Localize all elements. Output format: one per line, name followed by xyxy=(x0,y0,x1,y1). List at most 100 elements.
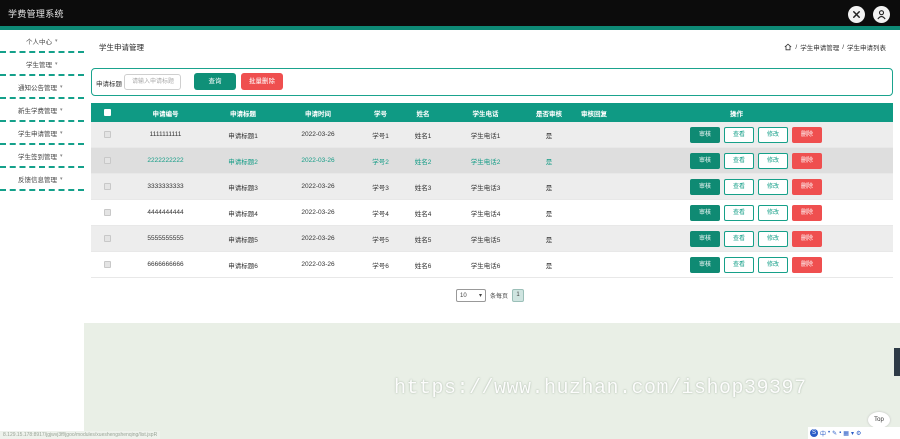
audit-button[interactable]: 审核 xyxy=(690,152,720,169)
column-header[interactable]: 申请时间 xyxy=(278,108,358,118)
row-checkbox[interactable] xyxy=(103,130,111,138)
sidebar-item-applications[interactable]: 学生申请管理 ▾ xyxy=(0,122,84,145)
row-checkbox[interactable] xyxy=(103,234,111,242)
cell-name: 姓名1 xyxy=(414,132,432,140)
sidebar-item-tuition[interactable]: 新生学费管理 ▾ xyxy=(0,99,84,122)
audit-button[interactable]: 审核 xyxy=(690,126,720,143)
chevron-down-icon: ▾ xyxy=(60,106,63,113)
edit-button[interactable]: 修改 xyxy=(758,178,788,195)
audit-button[interactable]: 审核 xyxy=(690,230,720,247)
cell-student-no: 学号1 xyxy=(372,132,389,140)
close-button[interactable] xyxy=(848,6,865,23)
delete-button[interactable]: 删除 xyxy=(792,256,822,273)
chevron-down-icon: ▾ xyxy=(60,152,63,159)
cell-date: 2022-03-26 xyxy=(301,131,335,138)
cell-phone: 学生电话6 xyxy=(470,262,501,270)
audit-button[interactable]: 审核 xyxy=(690,178,720,195)
applications-table: 申请编号 申请标题 申请时间 学号 姓名 学生电话 是否审核 审核回复 操作 1… xyxy=(91,103,893,278)
search-input[interactable]: 请输入申请标题 xyxy=(124,74,181,90)
edit-button[interactable]: 修改 xyxy=(758,230,788,247)
cell-title: 申请标题1 xyxy=(228,132,258,140)
select-all-checkbox[interactable] xyxy=(103,108,111,116)
cell-id: 3333333333 xyxy=(147,183,184,190)
table-row: 5555555555 申请标题5 2022-03-26 学号5 姓名5 学生电话… xyxy=(91,226,893,252)
back-to-top-button[interactable]: Top xyxy=(868,412,890,428)
sidebar-item-feedback[interactable]: 反馈信息管理 ▾ xyxy=(0,168,84,191)
ime-keyboard-icon: ▦ xyxy=(843,430,849,437)
cell-date: 2022-03-26 xyxy=(301,157,335,164)
edit-button[interactable]: 修改 xyxy=(758,126,788,143)
column-header[interactable]: 学号 xyxy=(358,108,403,118)
cell-id: 2222222222 xyxy=(147,157,184,164)
column-header[interactable]: 申请标题 xyxy=(208,108,278,118)
view-button[interactable]: 查看 xyxy=(724,126,754,143)
column-header[interactable]: 审核回复 xyxy=(570,108,618,118)
view-button[interactable]: 查看 xyxy=(724,178,754,195)
column-header[interactable]: 姓名 xyxy=(403,108,443,118)
view-button[interactable]: 查看 xyxy=(724,152,754,169)
delete-button[interactable]: 删除 xyxy=(792,204,822,221)
cell-id: 5555555555 xyxy=(147,235,184,242)
ime-skin-icon: ▾ xyxy=(850,430,854,437)
cell-title: 申请标题4 xyxy=(228,210,258,218)
edit-button[interactable]: 修改 xyxy=(758,152,788,169)
ime-toolbar[interactable]: S 中 • ✎ ▪ ▦ ▾ ⚙ xyxy=(808,427,900,439)
row-checkbox[interactable] xyxy=(103,182,111,190)
chevron-down-icon: ▾ xyxy=(60,175,63,182)
side-panel-tab[interactable] xyxy=(894,348,900,376)
cell-audited: 是 xyxy=(545,158,553,166)
pagination: 10 ▾ 条每页 1 xyxy=(456,289,525,302)
batch-delete-button[interactable]: 批量删除 xyxy=(241,73,283,90)
delete-button[interactable]: 删除 xyxy=(792,152,822,169)
row-checkbox[interactable] xyxy=(103,208,111,216)
row-actions: 审核 查看 修改 删除 xyxy=(618,230,893,247)
ime-settings-icon: ⚙ xyxy=(855,430,862,437)
cell-audited: 是 xyxy=(545,132,553,140)
user-button[interactable] xyxy=(873,6,890,23)
column-header[interactable]: 申请编号 xyxy=(123,108,208,118)
cell-phone: 学生电话3 xyxy=(470,184,501,192)
chevron-down-icon: ▾ xyxy=(60,129,63,136)
sidebar-item-profile[interactable]: 个人中心 ▾ xyxy=(0,30,84,53)
sidebar-item-students[interactable]: 学生管理 ▾ xyxy=(0,53,84,76)
view-button[interactable]: 查看 xyxy=(724,256,754,273)
row-actions: 审核 查看 修改 删除 xyxy=(618,256,893,273)
column-header[interactable]: 学生电话 xyxy=(443,108,528,118)
query-button[interactable]: 查询 xyxy=(194,73,236,90)
table-row: 4444444444 申请标题4 2022-03-26 学号4 姓名4 学生电话… xyxy=(91,200,893,226)
audit-button[interactable]: 审核 xyxy=(690,204,720,221)
edit-button[interactable]: 修改 xyxy=(758,204,788,221)
row-checkbox[interactable] xyxy=(103,260,111,268)
edit-button[interactable]: 修改 xyxy=(758,256,788,273)
app-title: 学费管理系统 xyxy=(8,9,64,19)
sidebar-item-label: 学生申请管理 xyxy=(18,130,57,138)
table-header: 申请编号 申请标题 申请时间 学号 姓名 学生电话 是否审核 审核回复 操作 xyxy=(91,103,893,122)
delete-button[interactable]: 删除 xyxy=(792,126,822,143)
cell-date: 2022-03-26 xyxy=(301,209,335,216)
cell-title: 申请标题6 xyxy=(228,262,258,270)
home-icon[interactable] xyxy=(784,43,792,51)
page-size-value: 10 xyxy=(460,292,467,299)
cell-audited: 是 xyxy=(545,210,553,218)
cell-date: 2022-03-26 xyxy=(301,261,335,268)
row-actions: 审核 查看 修改 删除 xyxy=(618,204,893,221)
watermark-text: https://www.huzhan.com/ishop39397 xyxy=(394,377,807,400)
breadcrumb-separator: / xyxy=(795,43,798,51)
sidebar-item-notices[interactable]: 通知公告管理 ▾ xyxy=(0,76,84,99)
view-button[interactable]: 查看 xyxy=(724,230,754,247)
view-button[interactable]: 查看 xyxy=(724,204,754,221)
cell-name: 姓名6 xyxy=(414,262,432,270)
sidebar-item-checkin[interactable]: 学生签到管理 ▾ xyxy=(0,145,84,168)
breadcrumb-level1[interactable]: 学生申请管理 xyxy=(800,42,839,52)
delete-button[interactable]: 删除 xyxy=(792,178,822,195)
column-header[interactable]: 是否审核 xyxy=(528,108,570,118)
cell-name: 姓名3 xyxy=(414,184,432,192)
search-panel: 申请标题 请输入申请标题 查询 批量删除 xyxy=(91,68,893,96)
sidebar-item-label: 学生签到管理 xyxy=(18,153,57,161)
delete-button[interactable]: 删除 xyxy=(792,230,822,247)
row-checkbox[interactable] xyxy=(103,156,111,164)
page-number-current[interactable]: 1 xyxy=(512,289,525,302)
audit-button[interactable]: 审核 xyxy=(690,256,720,273)
page-size-select[interactable]: 10 ▾ xyxy=(456,289,486,302)
cell-audited: 是 xyxy=(545,184,553,192)
